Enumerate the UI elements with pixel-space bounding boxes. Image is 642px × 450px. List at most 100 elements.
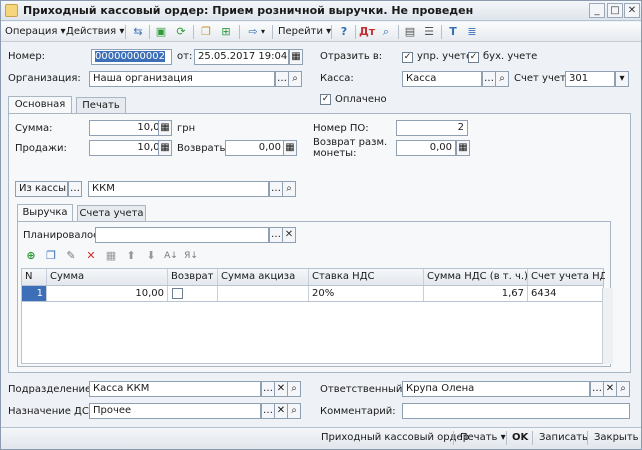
purpose-clear-icon[interactable]: ✕ bbox=[274, 403, 288, 419]
purpose-field[interactable]: Прочее bbox=[89, 403, 261, 419]
account-dropdown-icon[interactable]: ▾ bbox=[615, 71, 629, 87]
organization-select-button[interactable]: … bbox=[275, 71, 289, 87]
operation-menu[interactable]: Операция ▾ bbox=[5, 25, 66, 40]
goto-menu[interactable]: Перейти ▾ bbox=[278, 25, 331, 40]
new-document-icon[interactable]: ⊞ bbox=[218, 24, 234, 40]
tab-main[interactable]: Основная bbox=[8, 96, 72, 113]
print-menu-button[interactable]: Печать ▾ bbox=[460, 432, 506, 443]
from-cash-type-field[interactable]: Из кассы bbox=[15, 181, 68, 197]
cashbox-search-icon[interactable]: ⌕ bbox=[495, 71, 509, 87]
sort-descending-icon[interactable]: Я↓ bbox=[183, 248, 199, 264]
column-header-excise[interactable]: Сумма акциза bbox=[218, 269, 309, 285]
based-on-icon[interactable]: ⇨ bbox=[245, 24, 261, 40]
coins-calculator-icon[interactable]: ▦ bbox=[456, 140, 470, 156]
cell-vat-rate[interactable]: 20% bbox=[309, 286, 424, 301]
sum-calculator-icon[interactable]: ▦ bbox=[158, 120, 172, 136]
copy-row-icon[interactable]: ❐ bbox=[43, 248, 59, 264]
delete-row-icon[interactable]: ✕ bbox=[83, 248, 99, 264]
copy-icon[interactable]: ❐ bbox=[198, 24, 214, 40]
organization-field[interactable]: Наша организация bbox=[89, 71, 275, 87]
mgmt-accounting-checkbox[interactable]: ✓ bbox=[402, 52, 413, 63]
cashbox-select-button[interactable]: … bbox=[482, 71, 496, 87]
responsible-select-button[interactable]: … bbox=[590, 381, 604, 397]
ok-button[interactable]: OK bbox=[512, 432, 528, 443]
department-select-button[interactable]: … bbox=[261, 381, 275, 397]
column-header-n[interactable]: N bbox=[22, 269, 47, 285]
column-header-vat-rate[interactable]: Ставка НДС bbox=[309, 269, 424, 285]
returns-field[interactable]: 0,00 bbox=[225, 140, 285, 156]
cell-return[interactable] bbox=[168, 286, 218, 301]
edit-row-icon[interactable]: ✎ bbox=[63, 248, 79, 264]
maximize-button[interactable]: □ bbox=[607, 3, 623, 18]
actions-menu[interactable]: Действия ▾ bbox=[66, 25, 124, 40]
move-down-icon[interactable]: ⬇ bbox=[143, 248, 159, 264]
department-clear-icon[interactable]: ✕ bbox=[274, 381, 288, 397]
responsible-clear-icon[interactable]: ✕ bbox=[603, 381, 617, 397]
planned-clear-icon[interactable]: ✕ bbox=[282, 227, 296, 243]
end-edit-icon[interactable]: ▦ bbox=[103, 248, 119, 264]
window-title: Приходный кассовый ордер: Прием рознично… bbox=[23, 4, 474, 17]
grid-empty-area[interactable] bbox=[21, 302, 604, 364]
column-header-return[interactable]: Возврат bbox=[168, 269, 218, 285]
move-up-icon[interactable]: ⬆ bbox=[123, 248, 139, 264]
print-form-link[interactable]: Приходный кассовый ордер bbox=[321, 432, 469, 443]
save-icon[interactable]: ▣ bbox=[153, 24, 169, 40]
return-checkbox[interactable] bbox=[172, 288, 183, 299]
column-header-vat-sum[interactable]: Сумма НДС (в т. ч.) bbox=[424, 269, 528, 285]
cell-vat-sum[interactable]: 1,67 bbox=[424, 286, 528, 301]
refresh-icon[interactable]: ⟳ bbox=[173, 24, 189, 40]
column-header-vat-account[interactable]: Счет учета НДС bbox=[528, 269, 605, 285]
kkm-select-button[interactable]: … bbox=[269, 181, 283, 197]
close-window-button[interactable]: ✕ bbox=[624, 3, 640, 18]
cell-vat-account[interactable]: 6434 bbox=[528, 286, 605, 301]
calendar-icon[interactable]: ▦ bbox=[289, 49, 303, 65]
settings-list-icon[interactable]: ☰ bbox=[421, 24, 437, 40]
comment-field[interactable] bbox=[402, 403, 630, 419]
paid-checkbox[interactable]: ✓ bbox=[320, 94, 331, 105]
number-field[interactable]: 00000000002 bbox=[91, 49, 172, 65]
close-button[interactable]: Закрыть bbox=[594, 432, 639, 443]
planned-field[interactable] bbox=[95, 227, 269, 243]
department-search-icon[interactable]: ⌕ bbox=[287, 381, 301, 397]
grid-scrollbar[interactable] bbox=[602, 288, 613, 364]
text-format-icon[interactable]: T bbox=[445, 24, 461, 40]
kkm-search-icon[interactable]: ⌕ bbox=[282, 181, 296, 197]
tab-revenue[interactable]: Выручка bbox=[17, 204, 73, 221]
cell-sum[interactable]: 10,00 bbox=[47, 286, 168, 301]
coins-return-field[interactable]: 0,00 bbox=[396, 140, 456, 156]
purpose-select-button[interactable]: … bbox=[261, 403, 275, 419]
account-field[interactable]: 301 bbox=[565, 71, 615, 87]
kkm-field[interactable]: ККМ bbox=[88, 181, 269, 197]
sort-ascending-icon[interactable]: A↓ bbox=[163, 248, 179, 264]
sales-calculator-icon[interactable]: ▦ bbox=[158, 140, 172, 156]
cell-n[interactable]: 1 bbox=[22, 286, 47, 301]
toolbar-separator bbox=[441, 25, 442, 39]
accounting-checkbox[interactable]: ✓ bbox=[468, 52, 479, 63]
movements-icon[interactable]: Дт bbox=[359, 24, 375, 40]
document-journal-icon[interactable]: ▤ bbox=[402, 24, 418, 40]
minimize-button[interactable]: _ bbox=[589, 3, 605, 18]
purpose-search-icon[interactable]: ⌕ bbox=[287, 403, 301, 419]
tab-print[interactable]: Печать bbox=[76, 97, 126, 113]
column-header-sum[interactable]: Сумма bbox=[47, 269, 168, 285]
cell-excise[interactable] bbox=[218, 286, 309, 301]
table-row[interactable]: 1 10,00 20% 1,67 6434 bbox=[21, 286, 604, 302]
post-document-icon[interactable]: ⇆ bbox=[130, 24, 146, 40]
date-field[interactable]: 25.05.2017 19:04:45 bbox=[194, 49, 289, 65]
list-view-icon[interactable]: ≣ bbox=[464, 24, 480, 40]
add-row-icon[interactable]: ⊕ bbox=[23, 248, 39, 264]
from-cash-select-button[interactable]: … bbox=[68, 181, 82, 197]
planned-select-button[interactable]: … bbox=[269, 227, 283, 243]
save-button[interactable]: Записать bbox=[539, 432, 588, 443]
organization-search-icon[interactable]: ⌕ bbox=[288, 71, 302, 87]
returns-calculator-icon[interactable]: ▦ bbox=[283, 140, 297, 156]
tab-accounts[interactable]: Счета учета bbox=[77, 205, 146, 221]
responsible-search-icon[interactable]: ⌕ bbox=[616, 381, 630, 397]
department-field[interactable]: Касса ККМ bbox=[89, 381, 261, 397]
help-icon[interactable]: ? bbox=[336, 24, 352, 40]
structure-search-icon[interactable]: ⌕ bbox=[378, 24, 394, 40]
po-number-field[interactable]: 2 bbox=[396, 120, 468, 136]
responsible-field[interactable]: Крупа Олена bbox=[402, 381, 590, 397]
based-on-dropdown-icon[interactable]: ▾ bbox=[261, 25, 265, 40]
cashbox-field[interactable]: Касса bbox=[402, 71, 482, 87]
